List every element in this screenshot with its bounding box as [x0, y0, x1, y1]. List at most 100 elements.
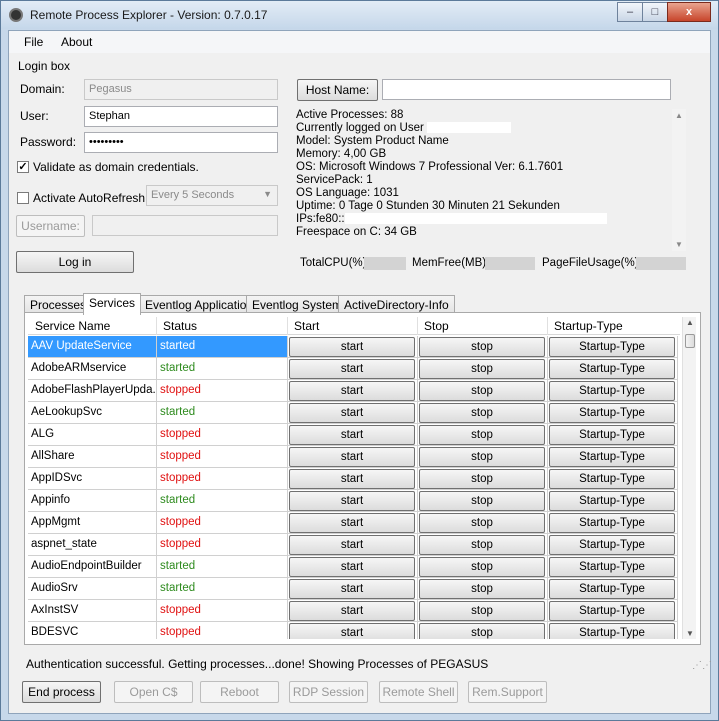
start-service-button[interactable]: start	[289, 557, 415, 577]
startup-type-button[interactable]: Startup-Type	[549, 513, 675, 533]
table-row[interactable]: AdobeFlashPlayerUpda... stopped start stop S…	[28, 380, 680, 402]
stop-service-button[interactable]: stop	[419, 491, 545, 511]
minimize-button[interactable]: –	[617, 2, 643, 22]
autorefresh-checkbox[interactable]	[17, 192, 29, 204]
stop-service-button[interactable]: stop	[419, 381, 545, 401]
column-stop[interactable]: Stop	[424, 319, 449, 333]
start-service-button[interactable]: start	[289, 381, 415, 401]
table-row[interactable]: AdobeARMservice started start stop Startup-T…	[28, 358, 680, 380]
title-bar[interactable]: Remote Process Explorer - Version: 0.7.0…	[1, 1, 718, 29]
startup-type-button[interactable]: Startup-Type	[549, 447, 675, 467]
service-name-cell[interactable]: AudioSrv	[28, 578, 157, 600]
table-row[interactable]: BDESVC stopped start stop Startup-Type	[28, 622, 680, 639]
startup-type-button[interactable]: Startup-Type	[549, 359, 675, 379]
start-service-button[interactable]: start	[289, 623, 415, 639]
startup-type-button[interactable]: Startup-Type	[549, 381, 675, 401]
stop-service-button[interactable]: stop	[419, 535, 545, 555]
table-row[interactable]: Appinfo started start stop Startup-Type	[28, 490, 680, 512]
grid-scrollbar[interactable]: ▲ ▼	[682, 317, 696, 639]
remote-shell-button[interactable]: Remote Shell	[379, 681, 458, 703]
table-row[interactable]: aspnet_state stopped start stop Startup-Type	[28, 534, 680, 556]
service-status-cell[interactable]: started	[157, 578, 288, 600]
service-name-cell[interactable]: AdobeARMservice	[28, 358, 157, 380]
service-name-cell[interactable]: AppMgmt	[28, 512, 157, 534]
startup-type-button[interactable]: Startup-Type	[549, 623, 675, 639]
service-status-cell[interactable]: started	[157, 556, 288, 578]
service-status-cell[interactable]: started	[157, 358, 288, 380]
stop-service-button[interactable]: stop	[419, 447, 545, 467]
service-status-cell[interactable]: stopped	[157, 534, 288, 556]
startup-type-button[interactable]: Startup-Type	[549, 557, 675, 577]
service-name-cell[interactable]: AppIDSvc	[28, 468, 157, 490]
rem-support-button[interactable]: Rem.Support	[468, 681, 547, 703]
startup-type-button[interactable]: Startup-Type	[549, 535, 675, 555]
stop-service-button[interactable]: stop	[419, 359, 545, 379]
host-name-button[interactable]: Host Name:	[297, 79, 378, 101]
table-row[interactable]: AppIDSvc stopped start stop Startup-Type	[28, 468, 680, 490]
end-process-button[interactable]: End process	[22, 681, 101, 703]
service-name-cell[interactable]: AdobeFlashPlayerUpda...	[28, 380, 157, 402]
service-name-cell[interactable]: AAV UpdateService	[28, 336, 157, 358]
domain-field[interactable]: Pegasus	[84, 79, 278, 100]
start-service-button[interactable]: start	[289, 491, 415, 511]
service-status-cell[interactable]: stopped	[157, 468, 288, 490]
service-name-cell[interactable]: BDESVC	[28, 622, 157, 639]
service-status-cell[interactable]: stopped	[157, 512, 288, 534]
start-service-button[interactable]: start	[289, 535, 415, 555]
service-name-cell[interactable]: ALG	[28, 424, 157, 446]
password-field[interactable]: •••••••••	[84, 132, 278, 153]
stop-service-button[interactable]: stop	[419, 601, 545, 621]
start-service-button[interactable]: start	[289, 601, 415, 621]
resize-grip-icon[interactable]: ⋰⋰	[692, 660, 712, 671]
startup-type-button[interactable]: Startup-Type	[549, 403, 675, 423]
stop-service-button[interactable]: stop	[419, 337, 545, 357]
close-button[interactable]: x	[667, 2, 711, 22]
column-start[interactable]: Start	[294, 319, 319, 333]
service-status-cell[interactable]: stopped	[157, 424, 288, 446]
start-service-button[interactable]: start	[289, 403, 415, 423]
stop-service-button[interactable]: stop	[419, 425, 545, 445]
reboot-button[interactable]: Reboot	[200, 681, 279, 703]
start-service-button[interactable]: start	[289, 513, 415, 533]
service-status-cell[interactable]: stopped	[157, 446, 288, 468]
validate-checkbox[interactable]: ✓	[17, 161, 29, 173]
refresh-interval-select[interactable]: Every 5 Seconds ▼	[146, 185, 278, 206]
user-field[interactable]: Stephan	[84, 106, 278, 127]
service-name-cell[interactable]: AudioEndpointBuilder	[28, 556, 157, 578]
service-status-cell[interactable]: started	[157, 490, 288, 512]
startup-type-button[interactable]: Startup-Type	[549, 491, 675, 511]
menu-file[interactable]: File	[24, 35, 43, 49]
scroll-thumb[interactable]	[685, 334, 695, 348]
service-name-cell[interactable]: aspnet_state	[28, 534, 157, 556]
stop-service-button[interactable]: stop	[419, 469, 545, 489]
startup-type-button[interactable]: Startup-Type	[549, 579, 675, 599]
start-service-button[interactable]: start	[289, 579, 415, 599]
scroll-down-icon[interactable]: ▼	[686, 629, 694, 638]
service-name-cell[interactable]: AeLookupSvc	[28, 402, 157, 424]
start-service-button[interactable]: start	[289, 447, 415, 467]
host-name-field[interactable]	[382, 79, 671, 100]
service-name-cell[interactable]: AxInstSV	[28, 600, 157, 622]
startup-type-button[interactable]: Startup-Type	[549, 601, 675, 621]
info-scrollbar[interactable]: ▲ ▼	[672, 109, 686, 251]
stop-service-button[interactable]: stop	[419, 623, 545, 639]
startup-type-button[interactable]: Startup-Type	[549, 469, 675, 489]
table-row[interactable]: AxInstSV stopped start stop Startup-Type	[28, 600, 680, 622]
service-name-cell[interactable]: AllShare	[28, 446, 157, 468]
open-c-button[interactable]: Open C$	[114, 681, 193, 703]
start-service-button[interactable]: start	[289, 469, 415, 489]
menu-about[interactable]: About	[61, 35, 92, 49]
table-row[interactable]: AppMgmt stopped start stop Startup-Type	[28, 512, 680, 534]
start-service-button[interactable]: start	[289, 359, 415, 379]
table-row[interactable]: AllShare stopped start stop Startup-Type	[28, 446, 680, 468]
service-status-cell[interactable]: started	[157, 402, 288, 424]
rdp-session-button[interactable]: RDP Session	[289, 681, 368, 703]
login-button[interactable]: Log in	[16, 251, 134, 273]
column-startup-type[interactable]: Startup-Type	[554, 319, 623, 333]
column-status[interactable]: Status	[163, 319, 197, 333]
stop-service-button[interactable]: stop	[419, 513, 545, 533]
username-field[interactable]	[92, 215, 278, 236]
service-status-cell[interactable]: stopped	[157, 622, 288, 639]
username-button[interactable]: Username:	[16, 215, 85, 237]
service-status-cell[interactable]: started	[157, 336, 288, 358]
